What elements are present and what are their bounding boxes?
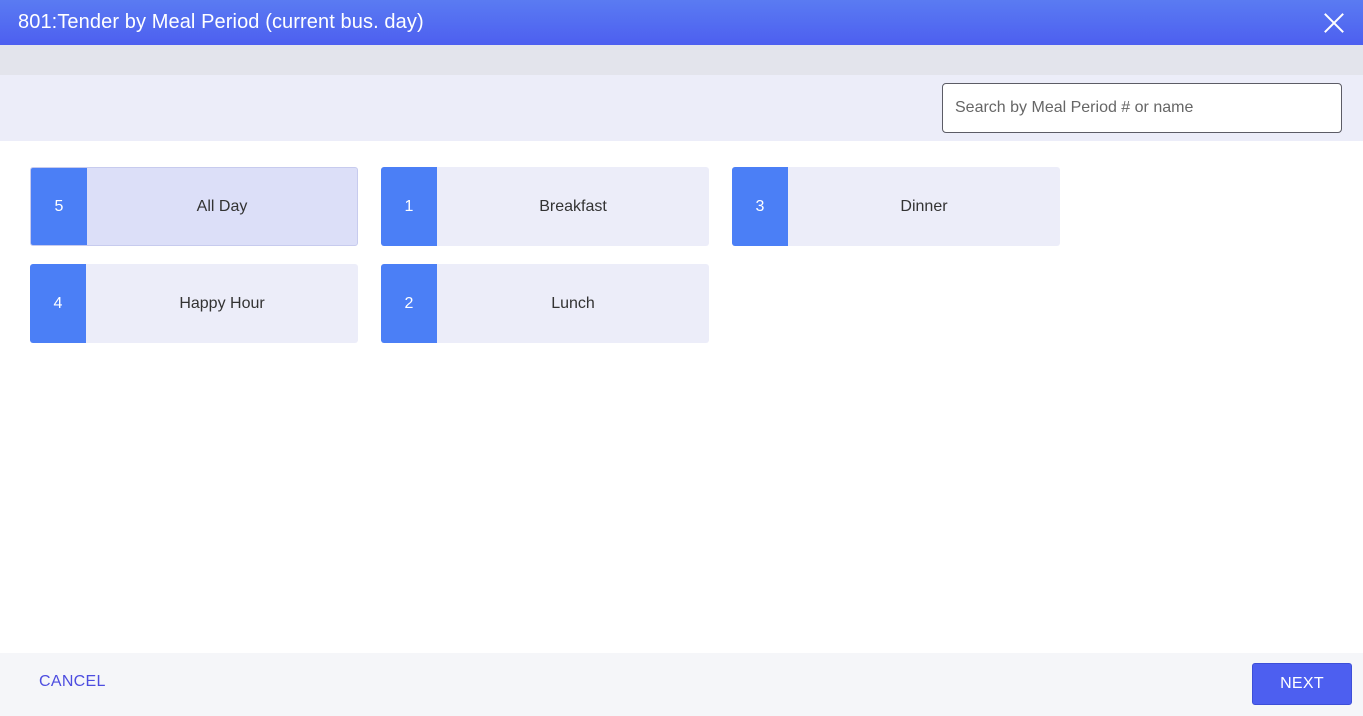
- meal-period-name: All Day: [196, 197, 248, 215]
- meal-period-number: 3: [732, 167, 788, 246]
- meal-period-number: 1: [381, 167, 437, 246]
- search-bar: [0, 75, 1363, 141]
- meal-period-card-breakfast[interactable]: 1 Breakfast: [381, 167, 709, 246]
- meal-period-name: Lunch: [551, 294, 595, 312]
- meal-period-card-all-day[interactable]: 5 All Day: [30, 167, 358, 246]
- search-input[interactable]: [942, 83, 1342, 133]
- dialog-footer: CANCEL NEXT: [0, 653, 1363, 716]
- dialog-title: 801:Tender by Meal Period (current bus. …: [18, 11, 424, 33]
- meal-period-name: Breakfast: [539, 197, 607, 215]
- meal-period-name: Happy Hour: [179, 294, 265, 312]
- report-dialog: 801:Tender by Meal Period (current bus. …: [0, 0, 1363, 716]
- meal-period-name: Dinner: [900, 197, 948, 215]
- meal-period-number: 2: [381, 264, 437, 343]
- meal-period-card-dinner[interactable]: 3 Dinner: [732, 167, 1060, 246]
- meal-period-card-happy-hour[interactable]: 4 Happy Hour: [30, 264, 358, 343]
- close-icon[interactable]: [1323, 12, 1345, 34]
- meal-period-number: 4: [30, 264, 86, 343]
- next-button[interactable]: NEXT: [1252, 663, 1352, 705]
- dialog-header: 801:Tender by Meal Period (current bus. …: [0, 0, 1363, 45]
- header-divider-strip: [0, 45, 1363, 75]
- meal-period-number: 5: [31, 168, 87, 245]
- cancel-button[interactable]: CANCEL: [39, 673, 106, 691]
- meal-period-card-lunch[interactable]: 2 Lunch: [381, 264, 709, 343]
